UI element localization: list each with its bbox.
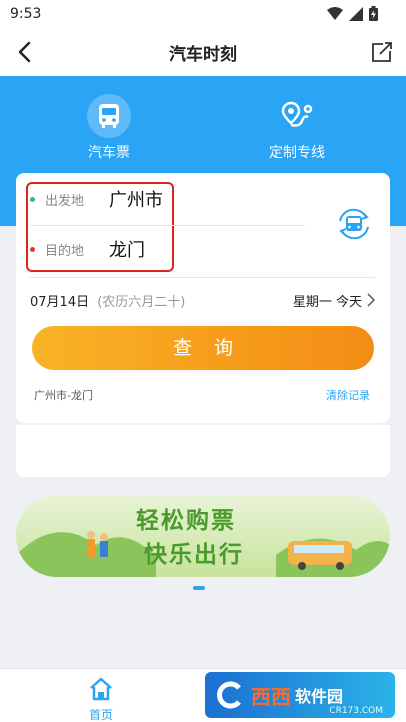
- nav-bar: 汽车时刻: [0, 28, 406, 76]
- route-pin-icon: [275, 94, 319, 138]
- bus-icon: [87, 94, 131, 138]
- banner-slogan-line2: 快乐出行: [144, 542, 244, 568]
- empty-card: [16, 425, 390, 477]
- history-item[interactable]: 广州市-龙门: [34, 387, 93, 403]
- clear-history-link[interactable]: 清除记录: [326, 387, 370, 403]
- destination-field[interactable]: 目的地 龙门: [30, 236, 145, 262]
- status-bar: 9:53: [0, 0, 406, 28]
- page-title: 汽车时刻: [169, 45, 237, 65]
- watermark-url: CR173.COM: [329, 706, 383, 716]
- lunar-date: (农历六月二十): [97, 295, 186, 310]
- date-value: 07月14日: [30, 295, 90, 310]
- signal-icon: [349, 6, 363, 21]
- date-selector[interactable]: 07月14日 (农历六月二十) 星期一 今天: [30, 291, 376, 313]
- destination-value: 龙门: [109, 240, 145, 261]
- home-icon: [90, 677, 112, 701]
- search-card: 出发地 广州市 目的地 龙门 07月14日 (农历六月二十) 星期一 今天 查询…: [16, 173, 390, 423]
- departure-label: 出发地: [45, 193, 85, 209]
- status-icons: [327, 6, 378, 21]
- departure-value: 广州市: [109, 190, 163, 211]
- departure-dot: [30, 196, 35, 202]
- destination-dot: [30, 246, 35, 252]
- weekday-label: 星期一 今天: [292, 295, 362, 310]
- watermark-logo: 西西 软件园 CR173.COM: [205, 672, 395, 718]
- tab-custom-route-label: 定制专线: [269, 145, 325, 161]
- watermark-c-icon: [217, 681, 241, 709]
- divider: [30, 277, 375, 278]
- swap-stations-icon[interactable]: [334, 204, 374, 244]
- share-icon[interactable]: [368, 38, 396, 66]
- departure-field[interactable]: 出发地 广州市: [30, 186, 163, 212]
- nav-home-label: 首页: [88, 708, 113, 722]
- query-button[interactable]: 查询: [32, 326, 374, 370]
- watermark-sub: 软件园: [295, 687, 344, 706]
- divider: [30, 225, 305, 226]
- carousel-indicator: [193, 586, 205, 590]
- tab-bus-ticket[interactable]: 汽车票: [49, 94, 169, 162]
- status-time: 9:53: [10, 6, 42, 22]
- tab-custom-route[interactable]: 定制专线: [237, 94, 357, 162]
- destination-label: 目的地: [45, 243, 85, 259]
- tab-bus-ticket-label: 汽车票: [88, 145, 130, 161]
- wifi-icon: [327, 6, 343, 20]
- watermark-brand: 西西: [251, 684, 291, 709]
- nav-home[interactable]: 首页: [78, 677, 124, 722]
- banner-slogan-line1: 轻松购票: [136, 508, 236, 534]
- promo-banner[interactable]: 轻松购票 快乐出行: [16, 495, 390, 577]
- chevron-right-icon: [367, 293, 376, 307]
- battery-icon: [369, 6, 378, 21]
